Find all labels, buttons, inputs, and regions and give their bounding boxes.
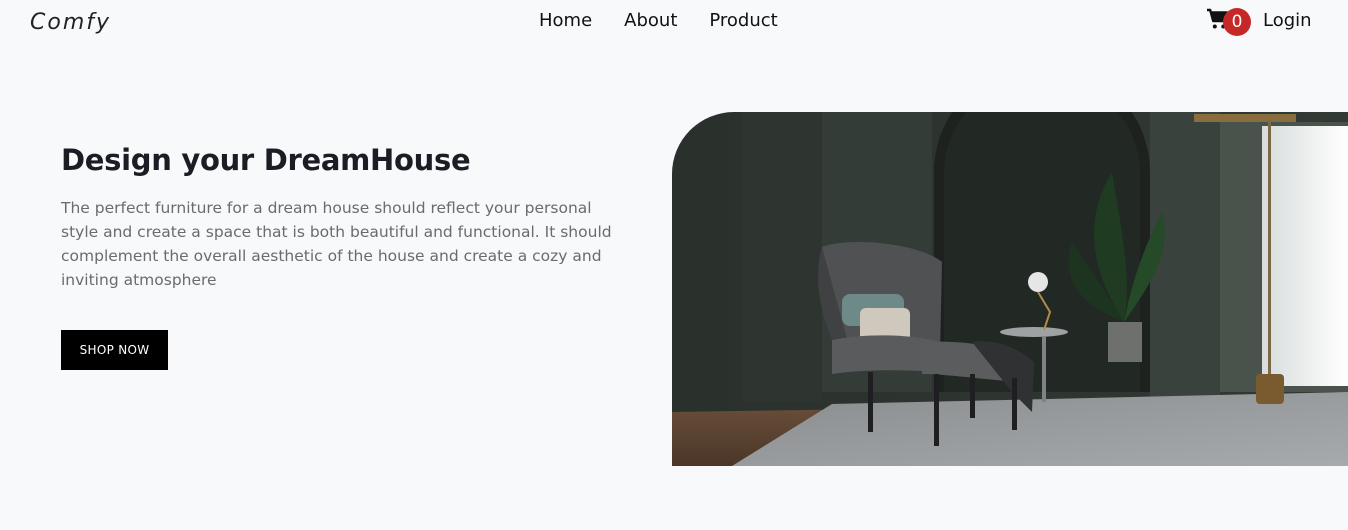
shop-now-button[interactable]: SHOP NOW (61, 330, 168, 370)
hero-description: The perfect furniture for a dream house … (61, 199, 612, 289)
hero-title: Design your DreamHouse (61, 143, 471, 177)
nav-link-product[interactable]: Product (709, 10, 777, 32)
navbar: Comfy Home About Product 0 Login (0, 0, 1348, 48)
login-link[interactable]: Login (1263, 10, 1312, 32)
cart-count-badge: 0 (1223, 8, 1251, 36)
living-room-illustration (672, 112, 1348, 466)
cart-button[interactable]: 0 (1206, 6, 1252, 36)
hero-image (672, 112, 1348, 466)
brand-logo[interactable]: Comfy (30, 10, 111, 35)
nav-link-home[interactable]: Home (539, 10, 592, 32)
nav-links: Home About Product (539, 10, 810, 32)
nav-link-about[interactable]: About (624, 10, 677, 32)
